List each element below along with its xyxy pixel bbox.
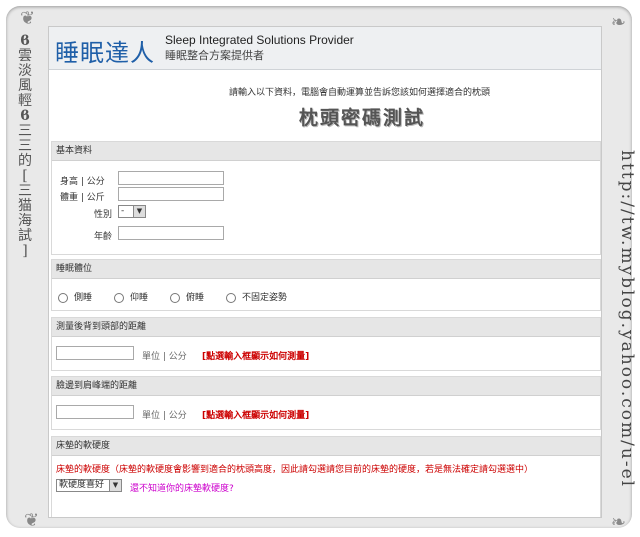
watermark-char: 風	[18, 78, 32, 94]
watermark-right-url: http://tw.myblog.yahoo.com/u-el	[617, 150, 637, 489]
back-head-distance-input[interactable]	[56, 346, 134, 360]
swirl-ornament-icon: ❦	[24, 510, 40, 531]
face-shoulder-distance-section: 臉邊到肩峰端的距離 單位 | 公分 [點選輸入框顯示如何測量]	[51, 376, 601, 430]
page-title: 枕頭密碼測試	[299, 107, 426, 129]
face-shoulder-distance-input[interactable]	[56, 405, 134, 419]
posture-option-side[interactable]: 側睡	[58, 290, 92, 303]
posture-option-stomach[interactable]: 俯睡	[170, 290, 204, 303]
posture-option-back[interactable]: 仰睡	[114, 290, 148, 303]
weight-input[interactable]	[118, 187, 224, 201]
radio-icon[interactable]	[226, 292, 236, 303]
mattress-description: 床墊的軟硬度（床墊的軟硬度會影響到適合的枕頭高度，因此請勾選請您目前的床墊的硬度…	[56, 465, 534, 475]
site-tagline-cn: 睡眠整合方案提供者	[165, 49, 264, 62]
watermark-char: [	[22, 168, 28, 184]
posture-option-label: 俯睡	[186, 293, 205, 303]
swirl-ornament-icon: ❦	[20, 8, 36, 29]
mattress-help-link[interactable]: 還不知道你的床墊軟硬度?	[130, 481, 234, 494]
posture-option-varied[interactable]: 不固定姿勢	[226, 290, 287, 303]
unit-label: 單位 | 公分	[142, 352, 187, 362]
watermark-char: ]	[22, 243, 28, 259]
swirl-icon: ϐ	[20, 108, 30, 124]
watermark-char: 淡	[18, 63, 32, 79]
weight-label: 體重 | 公斤	[60, 193, 105, 203]
posture-option-label: 不固定姿勢	[242, 293, 288, 303]
watermark-char: 猫	[18, 198, 32, 214]
gender-select-value: -	[121, 206, 125, 216]
section-heading: 測量後背到頭部的距離	[52, 318, 600, 337]
how-to-measure-link[interactable]: [點選輸入框顯示如何測量]	[202, 349, 309, 362]
watermark-char: 的	[18, 153, 32, 169]
height-label: 身高 | 公分	[60, 177, 105, 187]
chevron-down-icon: ▼	[109, 480, 121, 491]
intro-text: 請輸入以下資料，電腦會自動運算並告訴您該如何選擇適合的枕頭	[229, 88, 491, 98]
mattress-firmness-section: 床墊的軟硬度 床墊的軟硬度（床墊的軟硬度會影響到適合的枕頭高度，因此請勾選請您目…	[51, 436, 601, 517]
watermark-char: 海	[18, 213, 32, 229]
section-heading: 臉邊到肩峰端的距離	[52, 377, 600, 396]
swirl-icon: ϐ	[20, 33, 30, 49]
watermark-char: 雲	[18, 48, 32, 64]
back-head-distance-section: 測量後背到頭部的距離 單位 | 公分 [點選輸入框顯示如何測量]	[51, 317, 601, 371]
posture-option-label: 仰睡	[130, 293, 149, 303]
radio-icon[interactable]	[114, 292, 124, 303]
site-logo[interactable]: 睡眠達人	[55, 33, 155, 68]
unit-label: 單位 | 公分	[142, 411, 187, 421]
section-heading: 床墊的軟硬度	[52, 437, 600, 456]
chevron-down-icon: ▼	[133, 206, 145, 217]
site-tagline-en: Sleep Integrated Solutions Provider	[165, 33, 354, 47]
watermark-char: 輕	[18, 93, 32, 109]
watermark-char: 三	[18, 123, 32, 139]
height-input[interactable]	[118, 171, 224, 185]
watermark-char: 試	[18, 228, 32, 244]
mattress-select-value: 軟硬度喜好	[59, 480, 105, 490]
section-heading: 睡眠體位	[52, 260, 600, 279]
how-to-measure-link[interactable]: [點選輸入框顯示如何測量]	[202, 408, 309, 421]
radio-icon[interactable]	[58, 292, 68, 303]
gender-label: 性別	[94, 210, 113, 220]
section-heading: 基本資料	[52, 142, 600, 161]
watermark-char: 三	[18, 138, 32, 154]
swirl-ornament-icon: ❧	[610, 512, 626, 533]
mattress-firmness-select[interactable]: 軟硬度喜好 ▼	[56, 479, 122, 492]
sleep-posture-section: 睡眠體位 側睡 仰睡 俯睡 不固定姿勢	[51, 259, 601, 311]
gender-select[interactable]: - ▼	[118, 205, 146, 218]
watermark-left: ϐ 雲 淡 風 輕 ϐ 三 三 的 [ 三 猫 海 試 ]	[14, 34, 36, 259]
basic-info-section: 基本資料 身高 | 公分 體重 | 公斤 性別 - ▼ 年齡	[51, 141, 601, 255]
swirl-ornament-icon: ❧	[610, 12, 626, 33]
watermark-char: 三	[18, 183, 32, 199]
web-page: 睡眠達人 Sleep Integrated Solutions Provider…	[48, 26, 602, 518]
age-label: 年齡	[94, 232, 113, 242]
posture-option-label: 側睡	[74, 293, 93, 303]
age-input[interactable]	[118, 226, 224, 240]
radio-icon[interactable]	[170, 292, 180, 303]
site-header: 睡眠達人 Sleep Integrated Solutions Provider…	[49, 27, 601, 70]
